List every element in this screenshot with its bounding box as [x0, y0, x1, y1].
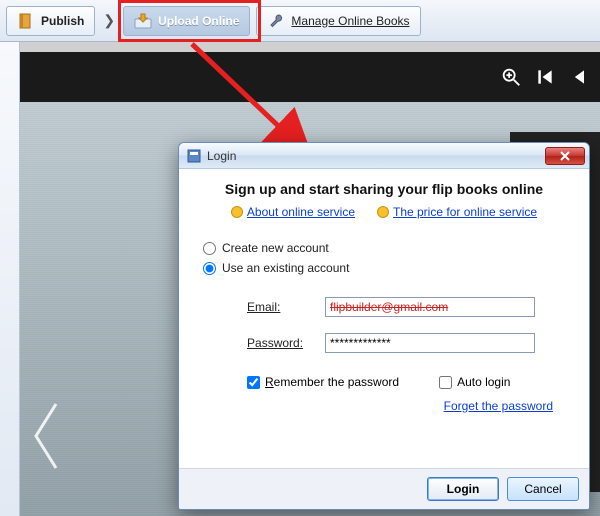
options-row: Remember the password Auto login — [247, 375, 571, 389]
about-service-link[interactable]: About online service — [231, 205, 355, 219]
dialog-buttons: Login Cancel — [179, 468, 589, 509]
toolbar: Publish ❯ Upload Online Manage Online Bo… — [0, 0, 600, 42]
auto-login-check[interactable]: Auto login — [439, 375, 510, 389]
page-prev-arrow[interactable] — [26, 396, 66, 476]
forget-row: Forget the password — [197, 399, 553, 413]
price-service-label: The price for online service — [393, 205, 537, 219]
email-row: Email: — [247, 297, 571, 317]
dialog-body: Sign up and start sharing your flip book… — [179, 169, 589, 468]
close-button[interactable] — [545, 147, 585, 165]
radio-existing-input[interactable] — [203, 262, 216, 275]
first-page-icon[interactable] — [532, 64, 558, 90]
password-row: Password: — [247, 333, 571, 353]
close-icon — [560, 151, 570, 161]
dialog-heading: Sign up and start sharing your flip book… — [197, 181, 571, 197]
remember-checkbox[interactable] — [247, 376, 260, 389]
forget-password-link[interactable]: Forget the password — [444, 399, 553, 413]
upload-online-button[interactable]: Upload Online — [123, 6, 250, 36]
radio-create-input[interactable] — [203, 242, 216, 255]
chevron-right-icon: ❯ — [101, 12, 117, 29]
bulb-icon — [377, 206, 389, 218]
login-button[interactable]: Login — [427, 477, 499, 501]
account-mode-group: Create new account Use an existing accou… — [203, 235, 571, 281]
cancel-button[interactable]: Cancel — [507, 477, 579, 501]
radio-existing-label: Use an existing account — [222, 261, 349, 275]
left-rail — [0, 42, 20, 516]
zoom-in-icon[interactable] — [498, 64, 524, 90]
email-label: Email: — [247, 300, 325, 314]
wrench-icon — [267, 12, 285, 30]
password-label: Password: — [247, 336, 325, 350]
manage-books-label: Manage Online Books — [291, 14, 409, 28]
manage-books-button[interactable]: Manage Online Books — [256, 6, 420, 36]
price-service-link[interactable]: The price for online service — [377, 205, 537, 219]
about-service-label: About online service — [247, 205, 355, 219]
autologin-label: Auto login — [457, 375, 510, 389]
remember-label: Remember the password — [265, 375, 399, 389]
book-icon — [17, 12, 35, 30]
email-field[interactable] — [325, 297, 535, 317]
upload-icon — [134, 12, 152, 30]
prev-icon[interactable] — [566, 64, 592, 90]
publish-button[interactable]: Publish — [6, 6, 95, 36]
upload-online-label: Upload Online — [158, 14, 239, 28]
dialog-titlebar: Login — [179, 143, 589, 169]
radio-create-label: Create new account — [222, 241, 329, 255]
app-icon — [187, 149, 201, 163]
autologin-checkbox[interactable] — [439, 376, 452, 389]
radio-existing-account[interactable]: Use an existing account — [203, 261, 571, 275]
viewer-top-bar — [20, 52, 600, 102]
password-field[interactable] — [325, 333, 535, 353]
info-links: About online service The price for onlin… — [197, 205, 571, 219]
login-dialog: Login Sign up and start sharing your fli… — [178, 142, 590, 510]
remember-password-check[interactable]: Remember the password — [247, 375, 399, 389]
publish-label: Publish — [41, 14, 84, 28]
radio-create-account[interactable]: Create new account — [203, 241, 571, 255]
bulb-icon — [231, 206, 243, 218]
dialog-title: Login — [207, 149, 539, 163]
